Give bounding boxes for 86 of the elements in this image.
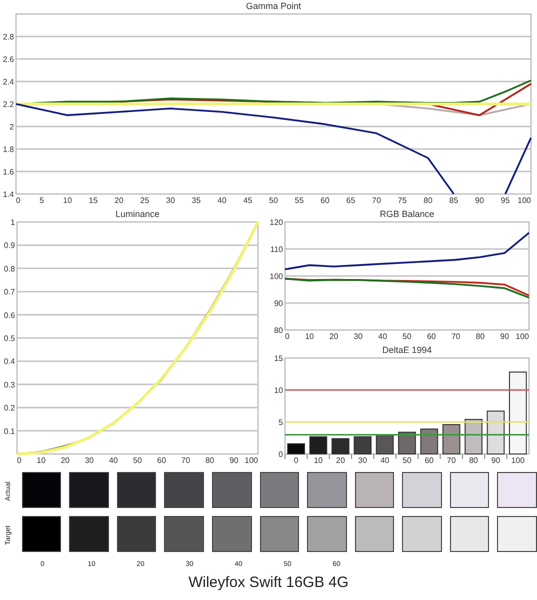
- y-tick-label: 0.6: [4, 310, 15, 320]
- x-tick-label: 25: [140, 196, 150, 205]
- x-tick-label: 90: [491, 456, 500, 465]
- y-tick-label: 10: [274, 386, 283, 395]
- x-tick-label: 0: [17, 456, 22, 465]
- x-tick-label: 70: [372, 196, 381, 205]
- x-tick-label: 10: [314, 456, 323, 465]
- x-tick-label: 10: [36, 456, 46, 465]
- x-tick-label: 85: [449, 196, 458, 205]
- x-tick-label: 80: [476, 332, 485, 341]
- y-tick-label: 15: [274, 354, 283, 363]
- y-tick-label: 0.8: [4, 264, 15, 274]
- x-tick-label: 40: [108, 456, 118, 465]
- x-tick-label: 5: [40, 196, 44, 205]
- y-tick-label: 1.8: [2, 145, 14, 154]
- y-tick-label: 2.2: [2, 100, 14, 109]
- y-tick-label: 120: [270, 218, 283, 227]
- chart-title: Luminance: [115, 209, 160, 219]
- x-tick-label: 40: [218, 196, 226, 205]
- x-tick-label: 0: [294, 456, 298, 465]
- x-tick-label: 50: [133, 456, 142, 465]
- x-tick-label: 50: [269, 196, 278, 205]
- x-tick-label: 40: [380, 456, 390, 465]
- x-tick-label: 20: [114, 196, 124, 205]
- y-tick-label: 2.4: [2, 78, 14, 86]
- x-tick-label: 100: [518, 196, 531, 205]
- x-tick-label: 60: [157, 456, 166, 465]
- y-tick-label: 1: [10, 218, 15, 227]
- x-tick-label: 65: [346, 196, 356, 205]
- chart-title: DeltaE 1994: [382, 345, 432, 355]
- x-tick-label: 80: [424, 196, 432, 205]
- y-tick-label: 0.9: [4, 241, 15, 250]
- y-tick-label: 1.6: [2, 168, 14, 176]
- y-tick-label: 0.2: [4, 404, 15, 413]
- x-tick-label: 30: [84, 456, 94, 465]
- x-tick-label: 70: [446, 456, 456, 465]
- x-tick-label: 30: [166, 196, 175, 205]
- x-tick-label: 80: [205, 456, 214, 465]
- y-tick-label: 0.7: [4, 288, 15, 297]
- x-tick-label: 90: [500, 332, 510, 341]
- x-tick-label: 15: [88, 196, 98, 205]
- x-tick-label: 100: [516, 332, 529, 341]
- x-tick-label: 95: [500, 196, 510, 205]
- x-tick-label: 90: [475, 196, 484, 205]
- y-tick-label: 100: [270, 272, 283, 281]
- chart-title: RGB Balance: [380, 209, 434, 219]
- x-tick-label: 80: [469, 456, 478, 465]
- x-tick-label: 0: [16, 196, 20, 205]
- y-tick-label: 110: [270, 245, 283, 254]
- x-tick-label: 20: [329, 332, 338, 341]
- x-tick-label: 70: [451, 332, 460, 341]
- y-tick-label: 2: [10, 122, 14, 132]
- x-tick-label: 60: [426, 332, 436, 341]
- x-tick-label: 100: [511, 456, 525, 465]
- x-tick-label: 20: [336, 456, 345, 465]
- y-tick-label: 1.4: [2, 190, 14, 199]
- y-tick-label: 2.6: [2, 55, 14, 64]
- report-title: Wileyfox Swift 16GB 4G: [188, 574, 349, 590]
- y-tick-label: 5: [278, 418, 283, 427]
- y-tick-label: 0.5: [4, 334, 15, 343]
- y-tick-label: 2.8: [2, 32, 14, 42]
- x-tick-label: 60: [424, 456, 434, 465]
- x-tick-label: 35: [192, 196, 201, 205]
- x-tick-label: 70: [181, 456, 190, 465]
- x-tick-label: 100: [244, 456, 258, 465]
- x-tick-label: 60: [320, 196, 330, 205]
- y-tick-label: 0.1: [4, 426, 15, 436]
- x-tick-label: 30: [354, 332, 363, 341]
- x-tick-label: 30: [358, 456, 368, 465]
- x-tick-label: 20: [60, 456, 70, 465]
- x-tick-label: 10: [304, 332, 314, 341]
- y-tick-label: 90: [274, 299, 283, 308]
- x-tick-label: 75: [398, 196, 407, 205]
- y-tick-label: 0.4: [4, 357, 15, 366]
- x-tick-label: 45: [243, 196, 252, 205]
- y-tick-label: 0.3: [4, 380, 15, 390]
- x-tick-label: 50: [402, 456, 412, 465]
- x-tick-label: 0: [285, 332, 290, 341]
- y-tick-label: 80: [274, 326, 283, 335]
- x-tick-label: 90: [229, 456, 238, 465]
- chart-title: Gamma Point: [246, 1, 302, 11]
- x-tick-label: 10: [63, 196, 72, 205]
- x-tick-label: 40: [378, 332, 388, 341]
- y-tick-label: 0: [278, 450, 283, 459]
- x-tick-label: 55: [294, 196, 304, 205]
- x-tick-label: 50: [402, 332, 412, 341]
